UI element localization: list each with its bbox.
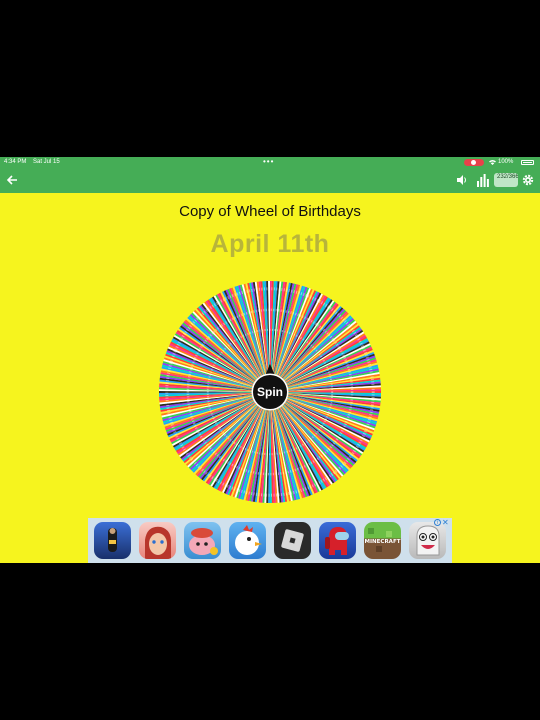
status-date: Sat Jul 15 — [33, 159, 60, 165]
ad-banner[interactable]: MINECRAFT i ✕ — [88, 518, 452, 563]
screen-recording-icon — [464, 159, 484, 166]
status-time: 4:34 PM — [4, 159, 27, 165]
ad-info-icon[interactable]: i — [434, 519, 441, 526]
ad-close-icon[interactable]: ✕ — [442, 519, 450, 527]
minecraft-label: MINECRAFT — [364, 539, 401, 545]
wheel-title: Copy of Wheel of Birthdays — [179, 203, 361, 220]
among-us-icon[interactable] — [319, 522, 356, 559]
subway-surfers-icon[interactable] — [94, 522, 131, 559]
spin-result: April 11th — [210, 230, 330, 258]
chicken-icon[interactable] — [229, 522, 266, 559]
status-bar: 4:34 PM Sat Jul 15 ••• 100% — [0, 157, 540, 168]
wifi-icon — [489, 160, 496, 165]
gear-icon[interactable] — [522, 174, 534, 186]
roblox-icon[interactable] — [274, 522, 311, 559]
spin-counter-badge[interactable]: 232/366 — [494, 173, 518, 187]
volume-icon[interactable] — [456, 174, 468, 186]
bar-chart-icon[interactable] — [477, 173, 489, 187]
app-screen: 4:34 PM Sat Jul 15 ••• 100% 232/366 Copy… — [0, 157, 540, 563]
battery-icon — [521, 160, 534, 165]
battery-percent: 100% — [498, 159, 514, 165]
coin-master-icon[interactable] — [184, 522, 221, 559]
app-bar: 232/366 — [0, 168, 540, 193]
back-arrow-icon[interactable] — [5, 173, 19, 187]
spin-button[interactable]: Spin — [253, 375, 287, 409]
multitask-dots-icon[interactable]: ••• — [263, 157, 274, 167]
salon-girl-icon[interactable] — [139, 522, 176, 559]
minecraft-icon[interactable]: MINECRAFT — [364, 522, 401, 559]
monster-icon[interactable] — [409, 522, 446, 559]
